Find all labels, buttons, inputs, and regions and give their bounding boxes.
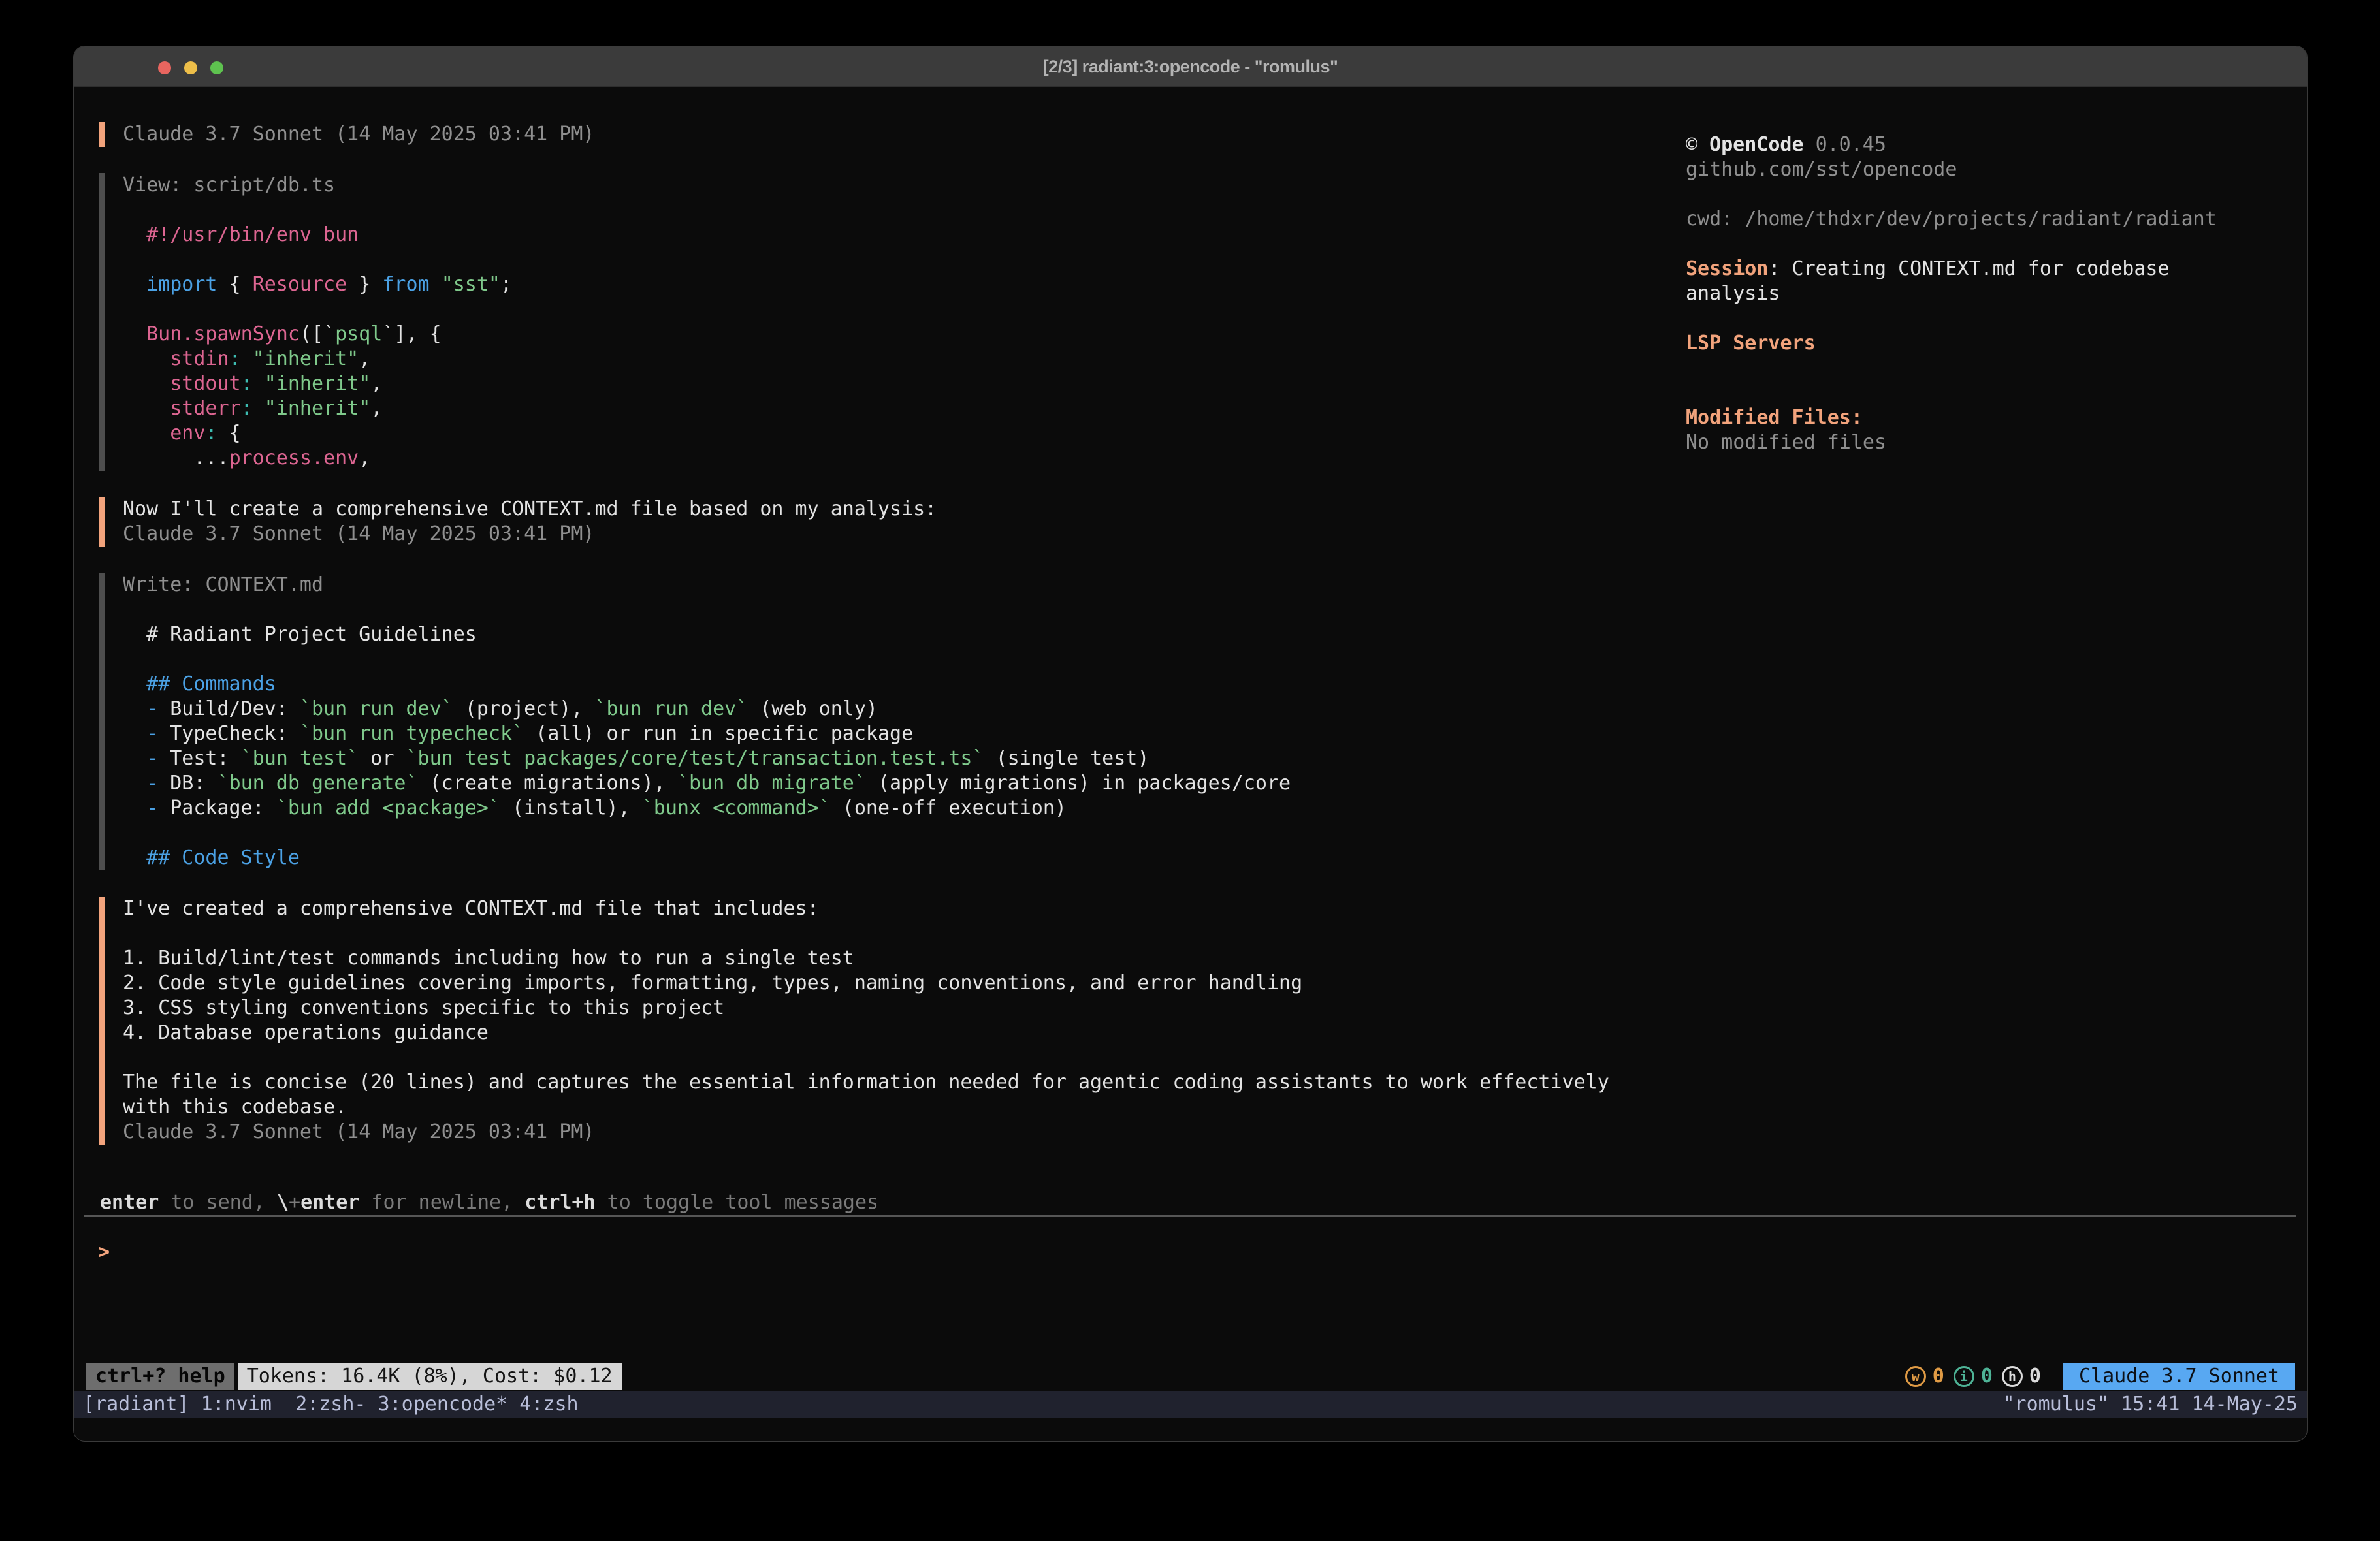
text-line: Claude 3.7 Sonnet (14 May 2025 03:41 PM) (123, 1120, 1667, 1145)
message-input[interactable]: > (98, 1240, 110, 1265)
text-line (123, 1045, 1667, 1070)
chat-transcript: Claude 3.7 Sonnet (14 May 2025 03:41 PM)… (99, 122, 1667, 1171)
text-line: stderr: "inherit", (123, 396, 1667, 421)
keybinding-hints: enter to send, \+enter for newline, ctrl… (100, 1190, 878, 1215)
text-line (123, 821, 1667, 846)
text-line (123, 247, 1667, 272)
text-line: #!/usr/bin/env bun (123, 223, 1667, 247)
message-block: View: script/db.ts #!/usr/bin/env bun im… (99, 173, 1667, 471)
diagnostic-w-counter: w0 (1905, 1364, 1944, 1389)
text-line: 4. Database operations guidance (123, 1021, 1667, 1045)
cwd-line: cwd: /home/thdxr/dev/projects/radiant/ra… (1686, 207, 2303, 232)
text-line (123, 198, 1667, 223)
text-line: stdin: "inherit", (123, 347, 1667, 372)
tmux-windows-list[interactable]: [radiant] 1:nvim 2:zsh- 3:opencode* 4:zs… (83, 1392, 579, 1417)
message-block: Claude 3.7 Sonnet (14 May 2025 03:41 PM) (99, 122, 1667, 147)
text-line: - Build/Dev: `bun run dev` (project), `b… (123, 697, 1667, 722)
text-line (123, 597, 1667, 622)
text-line: 2. Code style guidelines covering import… (123, 971, 1667, 996)
text-line: 3. CSS styling conventions specific to t… (123, 996, 1667, 1021)
text-line: stdout: "inherit", (123, 372, 1667, 396)
tmux-status-bar: [radiant] 1:nvim 2:zsh- 3:opencode* 4:zs… (74, 1391, 2307, 1418)
text-line: - Package: `bun add <package>` (install)… (123, 796, 1667, 821)
text-line: - DB: `bun db generate` (create migratio… (123, 771, 1667, 796)
copyright-icon: © (1686, 133, 1697, 156)
window-titlebar[interactable]: [2/3] radiant:3:opencode - "romulus" (74, 46, 2307, 87)
diagnostic-i-counter: i0 (1954, 1364, 1993, 1389)
repo-link: github.com/sst/opencode (1686, 157, 2303, 182)
h-circle-icon: h (2002, 1366, 2023, 1387)
text-line: import { Resource } from "sst"; (123, 272, 1667, 297)
text-line (123, 921, 1667, 946)
text-line: - TypeCheck: `bun run typecheck` (all) o… (123, 722, 1667, 746)
text-line: I've created a comprehensive CONTEXT.md … (123, 897, 1667, 921)
diagnostic-h-counter: h0 (2002, 1364, 2041, 1389)
session-title-wrap: analysis (1686, 281, 2303, 306)
model-badge[interactable]: Claude 3.7 Sonnet (2063, 1363, 2295, 1390)
text-line (123, 297, 1667, 322)
app-name: OpenCode (1709, 133, 1804, 156)
w-circle-icon: w (1905, 1366, 1926, 1387)
window-title: [2/3] radiant:3:opencode - "romulus" (74, 46, 2307, 87)
text-line: View: script/db.ts (123, 173, 1667, 198)
modified-files-empty: No modified files (1686, 430, 2303, 455)
message-block: Write: CONTEXT.md # Radiant Project Guid… (99, 573, 1667, 870)
text-line: Now I'll create a comprehensive CONTEXT.… (123, 497, 1667, 522)
lsp-servers-heading: LSP Servers (1686, 331, 2303, 356)
diagnostics-counters: w0 i0 h0 (1905, 1364, 2041, 1389)
message-block: Now I'll create a comprehensive CONTEXT.… (99, 497, 1667, 547)
text-line: Claude 3.7 Sonnet (14 May 2025 03:41 PM) (123, 522, 1667, 547)
session-title: : Creating CONTEXT.md for codebase (1768, 257, 2169, 280)
message-block: I've created a comprehensive CONTEXT.md … (99, 897, 1667, 1145)
text-line: ...process.env, (123, 446, 1667, 471)
app-version-line: © OpenCode 0.0.45 (1686, 133, 2303, 157)
text-line: # Radiant Project Guidelines (123, 622, 1667, 647)
session-line: Session: Creating CONTEXT.md for codebas… (1686, 257, 2303, 281)
modified-files-heading: Modified Files: (1686, 405, 2303, 430)
text-line: with this codebase. (123, 1095, 1667, 1120)
terminal-window: [2/3] radiant:3:opencode - "romulus" Cla… (73, 46, 2308, 1442)
status-bar-right: w0 i0 h0 Claude 3.7 Sonnet (1905, 1363, 2295, 1390)
terminal-content: Claude 3.7 Sonnet (14 May 2025 03:41 PM)… (74, 87, 2307, 1442)
status-bar: ctrl+? help Tokens: 16.4K (8%), Cost: $0… (86, 1363, 622, 1390)
i-circle-icon: i (1954, 1366, 1974, 1387)
text-line: Write: CONTEXT.md (123, 573, 1667, 597)
input-divider (84, 1215, 2296, 1217)
help-hint-chip: ctrl+? help (86, 1363, 234, 1390)
app-version: 0.0.45 (1816, 133, 1886, 156)
text-line: The file is concise (20 lines) and captu… (123, 1070, 1667, 1095)
text-line: env: { (123, 421, 1667, 446)
session-label: Session (1686, 257, 1768, 280)
sidebar: ©OpenCode0.0.45 github.com/sst/opencode … (1686, 133, 2303, 455)
text-line: 1. Build/lint/test commands including ho… (123, 946, 1667, 971)
tmux-session-clock: "romulus" 15:41 14-May-25 (2002, 1392, 2298, 1417)
tokens-cost-chip: Tokens: 16.4K (8%), Cost: $0.12 (238, 1363, 622, 1390)
text-line: Bun.spawnSync([`psql`], { (123, 322, 1667, 347)
text-line: - Test: `bun test` or `bun test packages… (123, 746, 1667, 771)
text-line: ## Commands (123, 672, 1667, 697)
text-line: ## Code Style (123, 846, 1667, 870)
text-line: Claude 3.7 Sonnet (14 May 2025 03:41 PM) (123, 122, 1667, 147)
text-line (123, 647, 1667, 672)
prompt-icon: > (98, 1241, 110, 1263)
